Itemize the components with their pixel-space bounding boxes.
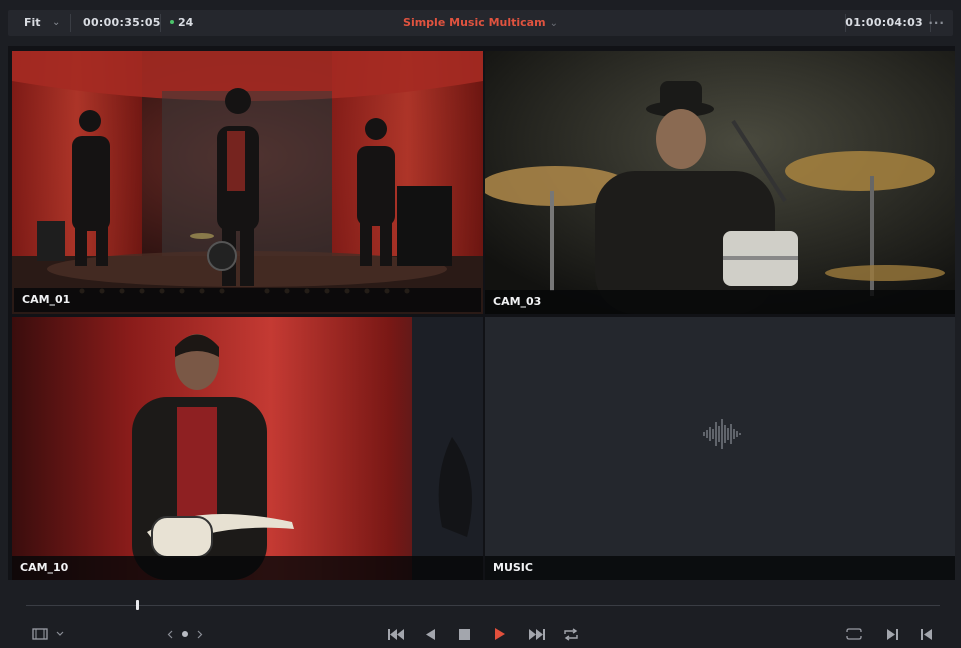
angle-label: CAM_01 bbox=[14, 288, 481, 312]
loop-icon[interactable] bbox=[562, 624, 580, 644]
playhead[interactable] bbox=[135, 600, 139, 610]
next-angle-icon[interactable] bbox=[194, 624, 206, 644]
cam-03-frame bbox=[485, 51, 955, 314]
play-icon[interactable] bbox=[492, 624, 508, 644]
waveform-icon bbox=[703, 419, 741, 449]
chevron-down-icon[interactable] bbox=[54, 624, 66, 644]
angle-tile-cam-03[interactable]: CAM_03 bbox=[485, 51, 955, 314]
angle-tile-cam-01[interactable]: CAM_01 bbox=[12, 51, 483, 314]
mark-in-icon[interactable] bbox=[884, 624, 900, 644]
angle-label: CAM_03 bbox=[485, 290, 955, 314]
step-back-icon[interactable] bbox=[422, 624, 438, 644]
go-to-end-icon[interactable] bbox=[526, 624, 548, 644]
angle-tile-cam-10[interactable]: CAM_10 bbox=[12, 317, 483, 580]
viewer-title[interactable]: Simple Music Multicam ⌄ bbox=[8, 10, 953, 36]
more-options-icon[interactable]: ··· bbox=[928, 10, 945, 36]
viewer-title-text[interactable]: Simple Music Multicam bbox=[403, 16, 546, 29]
angle-label: CAM_10 bbox=[12, 556, 483, 580]
prev-angle-icon[interactable] bbox=[164, 624, 176, 644]
cam-01-frame bbox=[12, 51, 483, 314]
stop-icon[interactable] bbox=[456, 624, 472, 644]
cam-10-frame bbox=[12, 317, 483, 580]
viewer-header: Fit ⌄ 00:00:35:05 24 Simple Music Multic… bbox=[8, 10, 953, 36]
match-frame-icon[interactable] bbox=[844, 624, 864, 644]
display-mode-icon[interactable] bbox=[30, 624, 50, 644]
record-timecode[interactable]: 01:00:04:03 bbox=[845, 10, 923, 36]
scrubber-track[interactable] bbox=[26, 605, 940, 606]
mark-out-icon[interactable] bbox=[918, 624, 934, 644]
multicam-viewer: CAM_01 CAM_03 CAM_10 MUSIC bbox=[8, 46, 955, 580]
go-to-start-icon[interactable] bbox=[386, 624, 406, 644]
title-chevron-down-icon[interactable]: ⌄ bbox=[550, 18, 558, 29]
angle-label: MUSIC bbox=[485, 556, 955, 580]
angle-tile-music[interactable]: MUSIC bbox=[485, 317, 955, 580]
angle-dot-icon[interactable] bbox=[179, 624, 191, 644]
